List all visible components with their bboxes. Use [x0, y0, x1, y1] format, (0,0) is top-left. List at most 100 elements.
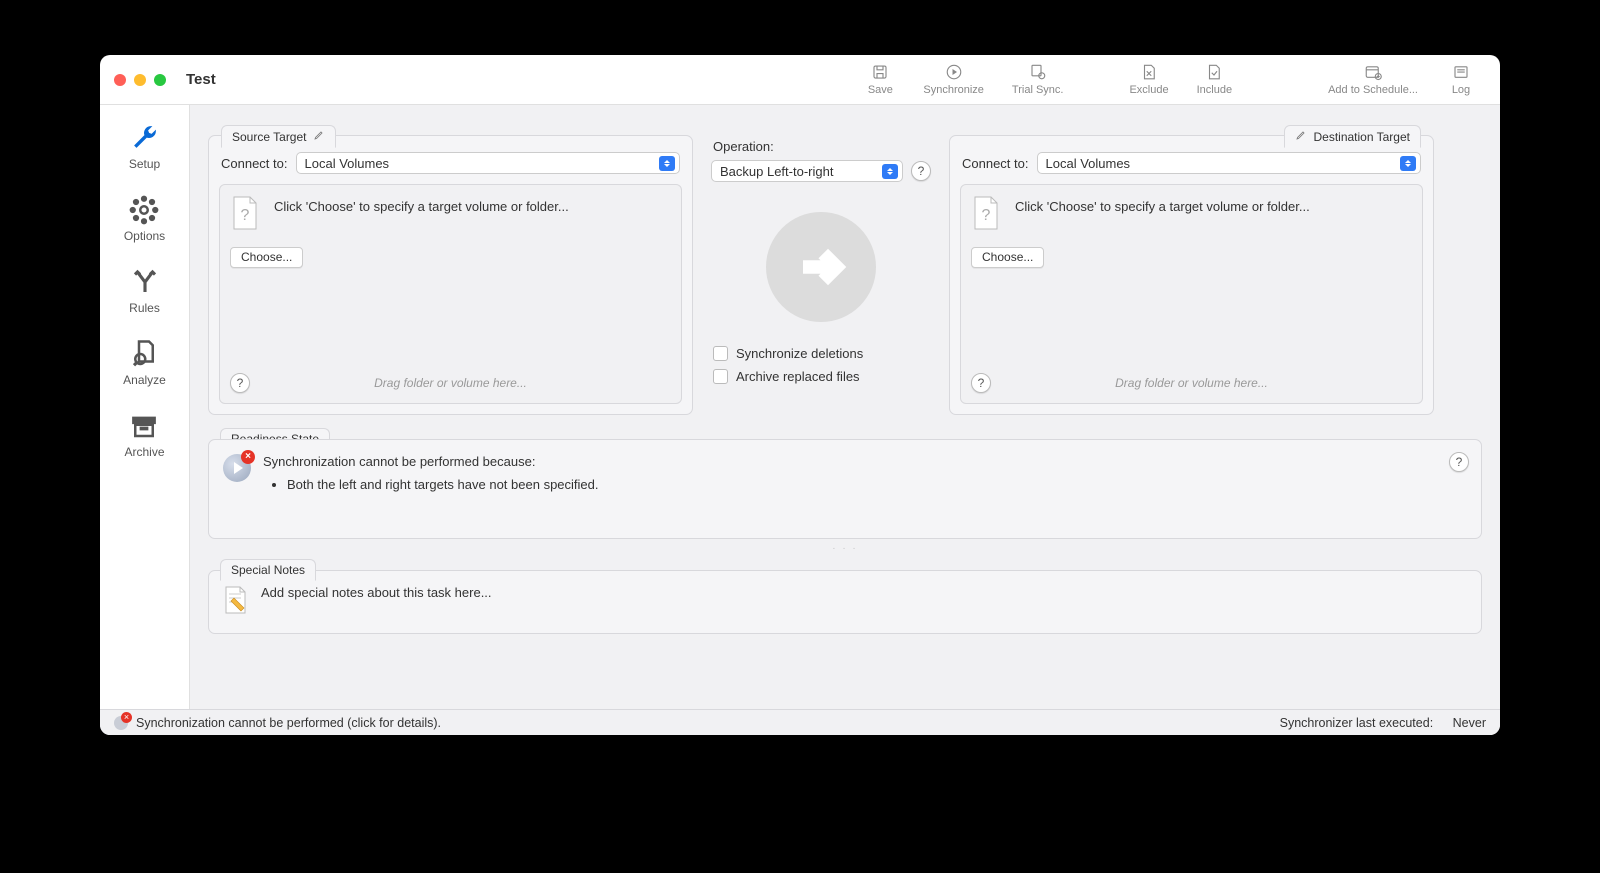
sidebar-item-options[interactable]: Options: [124, 195, 165, 243]
magnifier-file-icon: [129, 339, 159, 369]
pencil-icon: [1295, 129, 1307, 144]
note-pencil-icon: [223, 585, 249, 615]
play-error-icon: ×: [223, 454, 251, 482]
sidebar-item-rules[interactable]: Rules: [129, 267, 160, 315]
sidebar-item-analyze[interactable]: Analyze: [123, 339, 166, 387]
status-message[interactable]: Synchronization cannot be performed (cli…: [136, 716, 441, 730]
chevron-updown-icon: [659, 156, 675, 171]
source-target-panel: Source Target Connect to: Local Volumes: [208, 135, 693, 415]
destination-tab-label: Destination Target: [1313, 130, 1410, 144]
status-bar: Synchronization cannot be performed (cli…: [100, 709, 1500, 735]
synchronize-label: Synchronize: [923, 84, 984, 96]
window-body: Setup Options Rules Analyze: [100, 105, 1500, 709]
sync-deletions-checkbox[interactable]: [713, 346, 728, 361]
source-connect-row: Connect to: Local Volumes: [219, 146, 682, 184]
exclude-button[interactable]: Exclude: [1119, 63, 1178, 96]
minimize-window-button[interactable]: [134, 74, 146, 86]
log-button[interactable]: Log: [1436, 63, 1486, 96]
log-label: Log: [1452, 84, 1470, 96]
destination-target-tab[interactable]: Destination Target: [1284, 125, 1421, 148]
trial-sync-icon: [1029, 63, 1047, 81]
special-notes-section: Special Notes Add special notes about th…: [208, 570, 1482, 634]
destination-connect-select[interactable]: Local Volumes: [1037, 152, 1422, 174]
sidebar: Setup Options Rules Analyze: [100, 105, 190, 709]
calendar-plus-icon: [1364, 63, 1382, 81]
source-message: Click 'Choose' to specify a target volum…: [274, 195, 569, 214]
file-question-icon: ?: [230, 195, 260, 231]
direction-indicator: [766, 212, 876, 322]
traffic-lights: [114, 74, 166, 86]
window-title: Test: [186, 71, 216, 88]
special-notes-placeholder: Add special notes about this task here..…: [261, 585, 492, 615]
sidebar-archive-label: Archive: [124, 445, 164, 459]
exclude-label: Exclude: [1129, 84, 1168, 96]
sidebar-analyze-label: Analyze: [123, 373, 166, 387]
save-button[interactable]: Save: [855, 63, 905, 96]
zoom-window-button[interactable]: [154, 74, 166, 86]
trial-sync-button[interactable]: Trial Sync.: [1002, 63, 1074, 96]
save-label: Save: [868, 84, 893, 96]
source-connect-value: Local Volumes: [305, 156, 390, 171]
source-choose-button[interactable]: Choose...: [230, 247, 303, 268]
synchronize-button[interactable]: Synchronize: [913, 63, 994, 96]
source-hint: Drag folder or volume here...: [250, 376, 651, 390]
archive-icon: [129, 411, 159, 441]
readiness-section: Readiness State × Synchronization cannot…: [208, 439, 1482, 539]
section-divider: · · ·: [208, 543, 1482, 554]
pencil-icon: [313, 129, 325, 144]
chevron-updown-icon: [1400, 156, 1416, 171]
titlebar: Test Save Synchronize Trial Sync. Excl: [100, 55, 1500, 105]
sidebar-item-setup[interactable]: Setup: [129, 123, 160, 171]
source-connect-select[interactable]: Local Volumes: [296, 152, 681, 174]
status-last-value: Never: [1453, 716, 1486, 730]
chevron-updown-icon: [882, 164, 898, 179]
operation-help-button[interactable]: ?: [911, 161, 931, 181]
operation-label: Operation:: [713, 139, 931, 154]
main-area: Source Target Connect to: Local Volumes: [190, 105, 1500, 709]
status-error-icon: [114, 716, 128, 730]
trial-sync-label: Trial Sync.: [1012, 84, 1064, 96]
play-icon: [945, 63, 963, 81]
sidebar-item-archive[interactable]: Archive: [124, 411, 164, 459]
branch-icon: [130, 267, 160, 297]
readiness-bullet: Both the left and right targets have not…: [287, 477, 599, 492]
readiness-heading: Synchronization cannot be performed beca…: [263, 454, 599, 469]
include-label: Include: [1197, 84, 1232, 96]
add-to-schedule-button[interactable]: Add to Schedule...: [1318, 63, 1428, 96]
close-window-button[interactable]: [114, 74, 126, 86]
special-notes-tab-label: Special Notes: [231, 563, 305, 577]
readiness-help-button[interactable]: ?: [1449, 452, 1469, 472]
file-question-icon: ?: [971, 195, 1001, 231]
include-button[interactable]: Include: [1187, 63, 1242, 96]
archive-replaced-label: Archive replaced files: [736, 369, 860, 384]
special-notes-tab: Special Notes: [220, 559, 316, 581]
special-notes-area[interactable]: Add special notes about this task here..…: [208, 570, 1482, 634]
sidebar-options-label: Options: [124, 229, 165, 243]
gear-icon: [129, 195, 159, 225]
source-help-button[interactable]: ?: [230, 373, 250, 393]
destination-connect-value: Local Volumes: [1046, 156, 1131, 171]
error-badge-icon: ×: [241, 450, 255, 464]
destination-help-button[interactable]: ?: [971, 373, 991, 393]
operation-select[interactable]: Backup Left-to-right: [711, 160, 903, 182]
add-to-schedule-label: Add to Schedule...: [1328, 84, 1418, 96]
save-icon: [871, 63, 889, 81]
source-drop-area[interactable]: ? Click 'Choose' to specify a target vol…: [219, 184, 682, 404]
operation-value: Backup Left-to-right: [720, 164, 833, 179]
sidebar-setup-label: Setup: [129, 157, 160, 171]
destination-drop-area[interactable]: ? Click 'Choose' to specify a target vol…: [960, 184, 1423, 404]
sync-deletions-label: Synchronize deletions: [736, 346, 863, 361]
destination-hint: Drag folder or volume here...: [991, 376, 1392, 390]
source-target-tab[interactable]: Source Target: [221, 125, 336, 148]
svg-text:?: ?: [241, 207, 250, 224]
status-last-label: Synchronizer last executed:: [1280, 716, 1434, 730]
source-connect-label: Connect to:: [221, 156, 288, 171]
source-tab-label: Source Target: [232, 130, 307, 144]
archive-replaced-checkbox[interactable]: [713, 369, 728, 384]
app-window: Test Save Synchronize Trial Sync. Excl: [100, 55, 1500, 735]
wrench-icon: [129, 123, 159, 153]
destination-target-panel: Destination Target Connect to: Local Vol…: [949, 135, 1434, 415]
destination-choose-button[interactable]: Choose...: [971, 247, 1044, 268]
exclude-icon: [1140, 63, 1158, 81]
destination-connect-label: Connect to:: [962, 156, 1029, 171]
